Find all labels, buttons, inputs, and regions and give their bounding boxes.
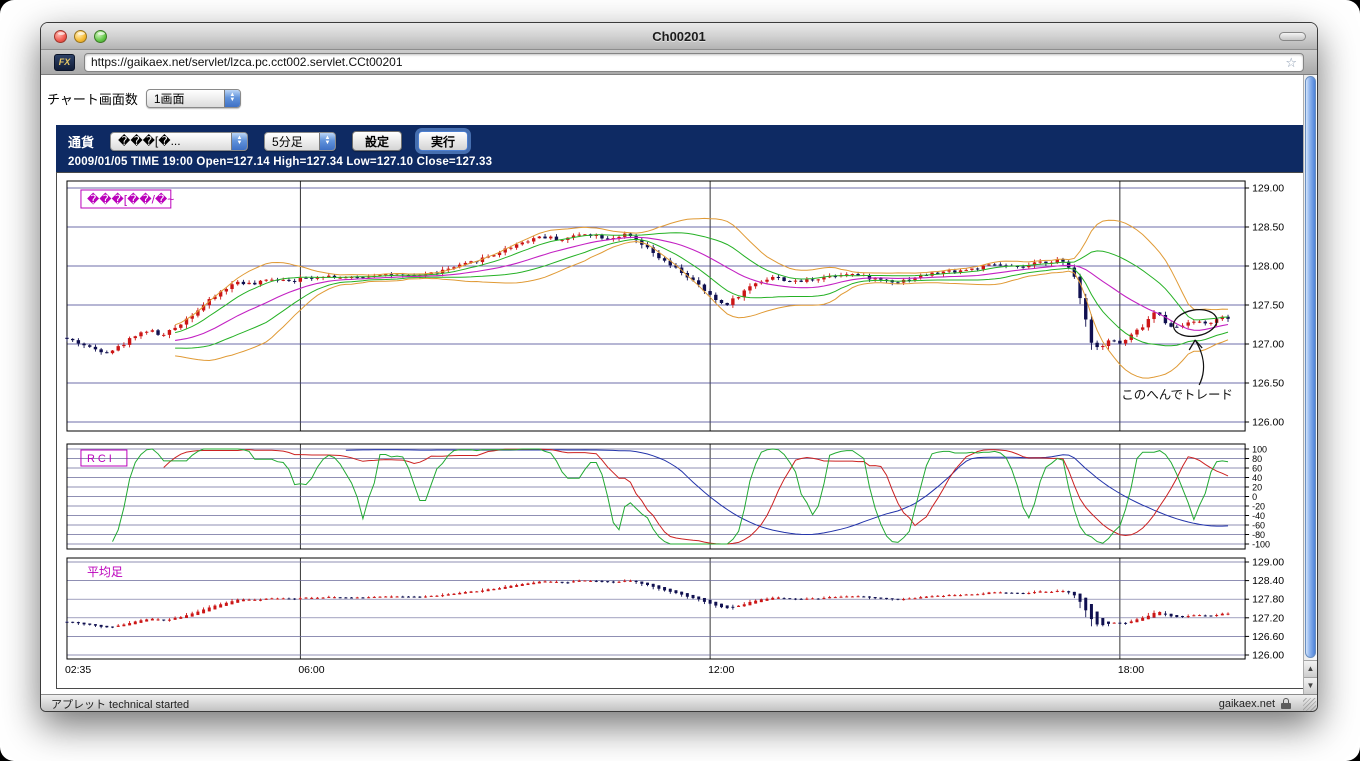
- browser-window: Ch00201 FX https://gaikaex.net/servlet/l…: [40, 22, 1318, 712]
- resize-grip[interactable]: [1303, 698, 1316, 711]
- currency-value: ���[�...: [118, 134, 181, 148]
- svg-text:128.50: 128.50: [1252, 222, 1284, 233]
- url-text: https://gaikaex.net/servlet/lzca.pc.cct0…: [91, 55, 403, 69]
- close-button[interactable]: [54, 30, 67, 43]
- desktop: Ch00201 FX https://gaikaex.net/servlet/l…: [0, 0, 1360, 761]
- scroll-down-button[interactable]: ▼: [1304, 677, 1317, 694]
- lock-icon: [1281, 698, 1291, 709]
- svg-text:129.00: 129.00: [1252, 557, 1284, 568]
- applet-controls: 通貨 ���[�... ▲ ▼ 5分足 ▲ ▼ 設定 実行: [68, 130, 1306, 152]
- page-content: チャート画面数 1画面 ▲ ▼ 通貨 ���[�... ▲ ▼ 5分足 ▲ ▼ …: [41, 75, 1317, 694]
- window-title: Ch00201: [652, 28, 706, 44]
- svg-text:06:00: 06:00: [298, 665, 324, 676]
- zoom-button[interactable]: [94, 30, 107, 43]
- svg-text:127.20: 127.20: [1252, 613, 1284, 624]
- svg-text:RCI: RCI: [87, 453, 115, 465]
- bookmark-star-icon[interactable]: ☆: [1285, 56, 1297, 69]
- status-bar: アプレット technical started gaikaex.net: [41, 694, 1317, 711]
- svg-text:128.40: 128.40: [1252, 576, 1284, 587]
- svg-text:平均足: 平均足: [87, 565, 123, 579]
- scrollbar-thumb[interactable]: [1305, 76, 1316, 658]
- svg-text:126.50: 126.50: [1252, 378, 1284, 389]
- svg-text:���[��/�~: ���[��/�~: [87, 192, 174, 206]
- chart-area[interactable]: 129.00 128.50 128.00 127.50 127.00 126.50 126.…: [56, 172, 1306, 689]
- chart-applet: 通貨 ���[�... ▲ ▼ 5分足 ▲ ▼ 設定 実行 2009/01/05 T…: [56, 125, 1306, 689]
- chart-count-label: チャート画面数: [47, 91, 138, 107]
- svg-text:-100: -100: [1252, 539, 1270, 549]
- chart-count-row: チャート画面数 1画面 ▲ ▼: [47, 87, 1317, 109]
- navigation-bar: FX https://gaikaex.net/servlet/lzca.pc.c…: [41, 50, 1317, 75]
- select-stepper-icon: ▲ ▼: [319, 132, 336, 150]
- svg-text:127.50: 127.50: [1252, 300, 1284, 311]
- chart-count-value: 1画面: [153, 91, 185, 106]
- ohlc-info: 2009/01/05 TIME 19:00 Open=127.14 High=1…: [68, 156, 493, 168]
- titlebar[interactable]: Ch00201: [41, 23, 1317, 50]
- applet-header: 通貨 ���[�... ▲ ▼ 5分足 ▲ ▼ 設定 実行 2009/01/05 T…: [56, 125, 1306, 172]
- window-controls: [54, 30, 107, 43]
- chart-canvas[interactable]: 129.00 128.50 128.00 127.50 127.00 126.50 126.…: [57, 173, 1305, 688]
- svg-text:126.00: 126.00: [1252, 417, 1284, 428]
- status-text: アプレット technical started: [51, 698, 190, 711]
- svg-text:128.00: 128.00: [1252, 261, 1284, 272]
- arrow-down-icon: ▼: [1306, 681, 1315, 690]
- svg-text:18:00: 18:00: [1118, 665, 1144, 676]
- svg-text:127.00: 127.00: [1252, 339, 1284, 350]
- arrow-down-icon: ▼: [229, 97, 236, 103]
- arrow-down-icon: ▼: [324, 140, 331, 146]
- scroll-up-button[interactable]: ▲: [1304, 660, 1317, 677]
- currency-label: 通貨: [68, 134, 95, 150]
- minimize-button[interactable]: [74, 30, 87, 43]
- arrow-down-icon: ▼: [236, 140, 243, 146]
- select-stepper-icon: ▲ ▼: [231, 132, 248, 150]
- arrow-up-icon: ▲: [1306, 664, 1315, 673]
- interval-value: 5分足: [272, 134, 303, 149]
- site-domain: gaikaex.net: [1218, 697, 1275, 710]
- svg-text:126.00: 126.00: [1252, 650, 1284, 661]
- settings-button[interactable]: 設定: [352, 131, 403, 151]
- vertical-scrollbar[interactable]: ▲ ▼: [1303, 75, 1317, 694]
- scrollbar-buttons: ▲ ▼: [1304, 660, 1317, 694]
- svg-text:129.00: 129.00: [1252, 183, 1284, 194]
- run-button[interactable]: 実行: [418, 131, 469, 151]
- site-favicon-icon[interactable]: FX: [54, 53, 75, 71]
- svg-text:02:35: 02:35: [65, 665, 91, 676]
- currency-select[interactable]: ���[�... ▲ ▼: [110, 131, 249, 151]
- url-field[interactable]: https://gaikaex.net/servlet/lzca.pc.cct0…: [84, 52, 1304, 72]
- svg-text:12:00: 12:00: [708, 665, 734, 676]
- chart-count-select[interactable]: 1画面 ▲ ▼: [145, 88, 241, 108]
- svg-text:127.80: 127.80: [1252, 595, 1284, 606]
- svg-text:このへんでトレード: このへんでトレード: [1121, 388, 1233, 402]
- status-right: gaikaex.net: [1219, 698, 1291, 710]
- select-stepper-icon: ▲ ▼: [223, 89, 240, 107]
- toolbar-toggle-button[interactable]: [1279, 32, 1306, 41]
- svg-text:126.60: 126.60: [1252, 632, 1284, 643]
- interval-select[interactable]: 5分足 ▲ ▼: [264, 131, 337, 151]
